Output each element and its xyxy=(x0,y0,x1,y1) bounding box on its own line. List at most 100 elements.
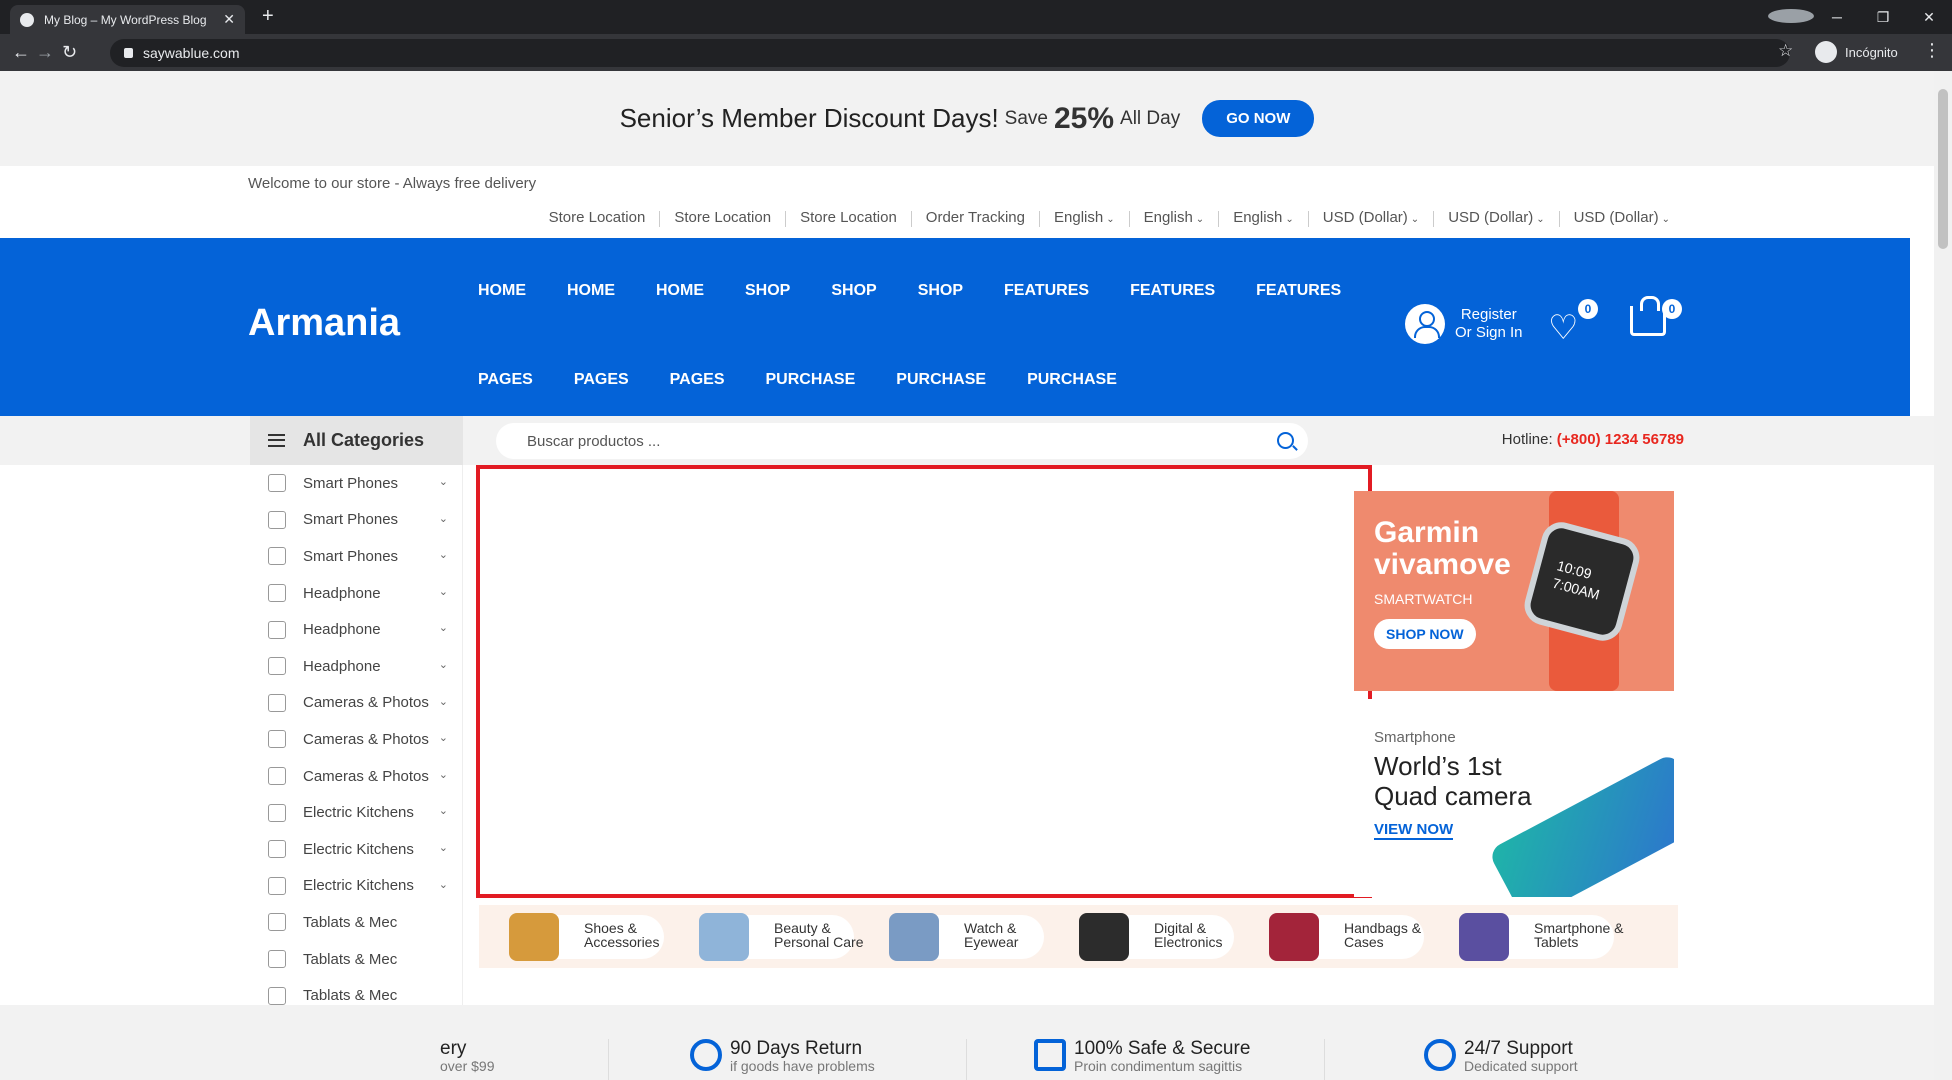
all-categories-toggle[interactable]: All Categories xyxy=(250,416,463,465)
nav-pages[interactable]: PAGES xyxy=(478,371,533,389)
sidebar-category-item[interactable]: Smart Phones ⌄ xyxy=(250,465,462,502)
category-strip-item[interactable]: Handbags & Cases xyxy=(1239,905,1429,968)
nav-home[interactable]: HOME xyxy=(656,282,704,300)
chevron-down-icon[interactable]: ⌄ xyxy=(439,731,448,744)
hotline-number[interactable]: (+800) 1234 56789 xyxy=(1557,431,1684,448)
currency-dropdown[interactable]: USD (Dollar) ⌄ xyxy=(1433,210,1558,227)
close-tab-icon[interactable]: ✕ xyxy=(223,11,235,28)
scrollbar-thumb[interactable] xyxy=(1938,89,1948,249)
nav-features[interactable]: FEATURES xyxy=(1130,282,1215,300)
sidebar-category-item[interactable]: Headphone ⌄ xyxy=(250,575,462,612)
sidebar-category-item[interactable]: Cameras & Photos ⌄ xyxy=(250,758,462,795)
close-window-icon[interactable]: ✕ xyxy=(1906,9,1952,26)
nav-purchase[interactable]: PURCHASE xyxy=(765,371,855,389)
smartphone-title: World’s 1st Quad camera xyxy=(1374,751,1532,811)
currency-dropdown[interactable]: USD (Dollar) ⌄ xyxy=(1307,210,1433,227)
nav-shop[interactable]: SHOP xyxy=(745,282,790,300)
sidebar-category-item[interactable]: Tablats & Mec xyxy=(250,904,462,941)
currency-dropdown[interactable]: USD (Dollar) ⌄ xyxy=(1558,210,1684,227)
chevron-down-icon: ⌄ xyxy=(1285,214,1294,225)
category-label: Electric Kitchens xyxy=(303,840,414,858)
chevron-down-icon[interactable]: ⌄ xyxy=(439,585,448,598)
sidebar-category-item[interactable]: Headphone ⌄ xyxy=(250,648,462,685)
browser-tab[interactable]: My Blog – My WordPress Blog ✕ xyxy=(10,5,245,34)
chevron-down-icon: ⌄ xyxy=(1661,214,1670,225)
chevron-down-icon[interactable]: ⌄ xyxy=(439,512,448,525)
chevron-down-icon[interactable]: ⌄ xyxy=(439,804,448,817)
store-location-link[interactable]: Store Location xyxy=(659,210,785,227)
view-now-link[interactable]: VIEW NOW xyxy=(1374,821,1454,840)
profile-menu-icon[interactable] xyxy=(1768,8,1814,26)
language-dropdown[interactable]: English ⌄ xyxy=(1218,210,1308,227)
nav-home[interactable]: HOME xyxy=(567,282,615,300)
nav-purchase[interactable]: PURCHASE xyxy=(896,371,986,389)
feature-title: 24/7 Support xyxy=(1464,1038,1573,1059)
divider xyxy=(1324,1039,1325,1080)
smartphone-banner[interactable]: Smartphone World’s 1st Quad camera VIEW … xyxy=(1354,699,1674,897)
sidebar-category-item[interactable]: Smart Phones ⌄ xyxy=(250,502,462,539)
cart-bag-icon[interactable] xyxy=(1630,296,1666,336)
reload-icon[interactable]: ↻ xyxy=(62,42,77,63)
category-strip-item[interactable]: Beauty & Personal Care xyxy=(669,905,864,968)
sidebar-category-item[interactable]: Headphone ⌄ xyxy=(250,611,462,648)
chevron-down-icon[interactable]: ⌄ xyxy=(439,878,448,891)
category-strip-item[interactable]: Digital & Electronics xyxy=(1049,905,1239,968)
feature-subtitle: over $99 xyxy=(440,1058,495,1074)
sidebar-category-item[interactable]: Smart Phones ⌄ xyxy=(250,538,462,575)
register-label[interactable]: Register xyxy=(1455,306,1523,324)
store-location-link[interactable]: Store Location xyxy=(785,210,911,227)
account-link[interactable]: Register Or Sign In xyxy=(1405,304,1523,344)
forward-icon[interactable]: → xyxy=(36,42,54,63)
category-label: Smart Phones xyxy=(303,474,399,492)
language-dropdown[interactable]: English ⌄ xyxy=(1128,210,1219,227)
category-label: Headphone xyxy=(303,657,381,675)
sidebar-category-item[interactable]: Cameras & Photos ⌄ xyxy=(250,685,462,722)
incognito-indicator[interactable]: Incógnito xyxy=(1815,41,1898,63)
category-strip-item[interactable]: Shoes & Accessories xyxy=(479,905,669,968)
nav-features[interactable]: FEATURES xyxy=(1004,282,1089,300)
chevron-down-icon[interactable]: ⌄ xyxy=(439,841,448,854)
wishlist-heart-icon[interactable]: ♡ xyxy=(1548,308,1578,348)
sign-in-label[interactable]: Or Sign In xyxy=(1455,324,1523,342)
sidebar-category-item[interactable]: Electric Kitchens ⌄ xyxy=(250,868,462,905)
nav-pages[interactable]: PAGES xyxy=(574,371,629,389)
go-now-button[interactable]: GO NOW xyxy=(1202,100,1315,137)
page-scrollbar[interactable] xyxy=(1934,71,1952,1080)
incognito-icon xyxy=(1815,41,1837,63)
browser-menu-icon[interactable]: ⋮ xyxy=(1923,40,1941,61)
back-icon[interactable]: ← xyxy=(12,42,30,63)
category-strip-item[interactable]: Watch & Eyewear xyxy=(859,905,1049,968)
chevron-down-icon[interactable]: ⌄ xyxy=(439,768,448,781)
nav-features[interactable]: FEATURES xyxy=(1256,282,1341,300)
sidebar-category-item[interactable]: Tablats & Mec xyxy=(250,941,462,978)
search-icon[interactable] xyxy=(1277,432,1294,449)
shop-now-button[interactable]: SHOP NOW xyxy=(1374,619,1476,649)
chevron-down-icon[interactable]: ⌄ xyxy=(439,658,448,671)
nav-home[interactable]: HOME xyxy=(478,282,526,300)
nav-shop[interactable]: SHOP xyxy=(918,282,963,300)
site-logo[interactable]: Armania xyxy=(248,302,400,345)
category-icon xyxy=(268,474,286,493)
nav-purchase[interactable]: PURCHASE xyxy=(1027,371,1117,389)
url-field[interactable]: saywablue.com xyxy=(110,39,1790,67)
restore-icon[interactable]: ❐ xyxy=(1860,9,1906,26)
sidebar-category-item[interactable]: Cameras & Photos ⌄ xyxy=(250,721,462,758)
order-tracking-link[interactable]: Order Tracking xyxy=(910,210,1039,227)
chevron-down-icon[interactable]: ⌄ xyxy=(439,475,448,488)
category-strip-item[interactable]: Smartphone & Tablets xyxy=(1429,905,1624,968)
sidebar-category-item[interactable]: Electric Kitchens ⌄ xyxy=(250,831,462,868)
chevron-down-icon[interactable]: ⌄ xyxy=(439,621,448,634)
minimize-icon[interactable]: ─ xyxy=(1814,9,1860,25)
chevron-down-icon[interactable]: ⌄ xyxy=(439,548,448,561)
new-tab-icon[interactable]: + xyxy=(262,5,274,28)
chevron-down-icon[interactable]: ⌄ xyxy=(439,695,448,708)
store-location-link[interactable]: Store Location xyxy=(535,210,660,227)
garmin-banner[interactable]: 10:09 7:00AM Garmin vivamove SMARTWATCH … xyxy=(1354,491,1674,691)
search-input[interactable] xyxy=(527,432,1247,450)
language-dropdown[interactable]: English ⌄ xyxy=(1039,210,1129,227)
bookmark-star-icon[interactable]: ☆ xyxy=(1778,41,1793,61)
nav-shop[interactable]: SHOP xyxy=(831,282,876,300)
id-card-icon xyxy=(1034,1039,1066,1071)
nav-pages[interactable]: PAGES xyxy=(670,371,725,389)
sidebar-category-item[interactable]: Electric Kitchens ⌄ xyxy=(250,794,462,831)
